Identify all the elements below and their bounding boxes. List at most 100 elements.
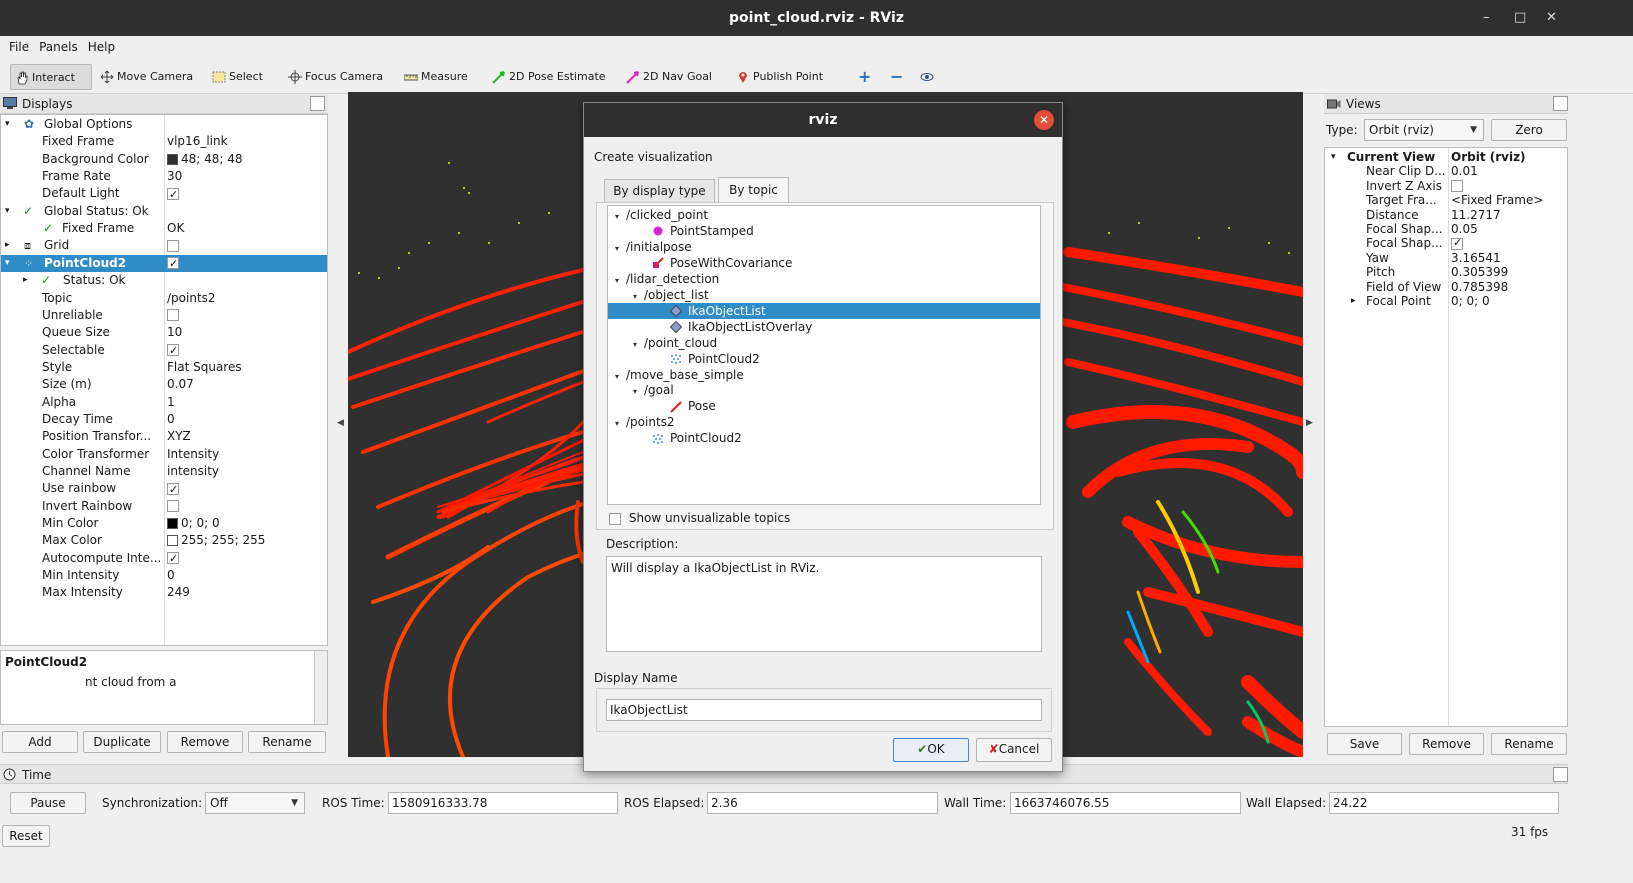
zero-button[interactable]: Zero	[1491, 119, 1567, 141]
display-row[interactable]: ▸ ✓ Status: Ok	[1, 272, 327, 290]
focus-camera-tool[interactable]: Focus Camera	[284, 64, 387, 90]
display-row[interactable]: Autocompute Inte...	[1, 550, 327, 568]
chevron-down-icon[interactable]: ▾	[5, 203, 10, 221]
view-type-select[interactable]: Orbit (rviz) ▼	[1364, 119, 1484, 141]
chevron-right-icon[interactable]: ▸	[1351, 294, 1356, 308]
display-row[interactable]: Selectable	[1, 342, 327, 360]
topic-tree-row[interactable]: PointCloud2	[608, 351, 1040, 367]
maximize-icon[interactable]: □	[1514, 0, 1526, 36]
view-property-checkbox[interactable]	[1451, 236, 1463, 250]
left-splitter-arrow-icon[interactable]: ◀	[337, 418, 344, 428]
topic-tree-row[interactable]: ▾/points2	[608, 414, 1040, 430]
display-row[interactable]: Max Color 255; 255; 255	[1, 532, 327, 550]
eye-icon[interactable]	[916, 64, 941, 90]
display-row[interactable]: ▾ ✓ Global Status: Ok	[1, 203, 327, 221]
view-property-row[interactable]: Distance 11.2717	[1325, 208, 1567, 222]
move-camera-tool[interactable]: Move Camera	[96, 64, 197, 90]
view-property-checkbox[interactable]	[1451, 180, 1463, 193]
add-tool-icon[interactable]: +	[854, 64, 875, 90]
select-tool[interactable]: Select	[208, 64, 267, 90]
add-display-button[interactable]: Add	[2, 731, 78, 753]
close-icon[interactable]: ✕	[1546, 0, 1557, 36]
remove-display-button[interactable]: Remove	[167, 731, 243, 753]
chevron-down-icon[interactable]: ▾	[1331, 150, 1336, 164]
display-row[interactable]: Style Flat Squares	[1, 359, 327, 377]
chevron-down-icon[interactable]: ▾	[5, 255, 10, 273]
ros-elapsed-field[interactable]: 2.36	[707, 792, 938, 814]
save-view-button[interactable]: Save	[1327, 733, 1402, 755]
views-float-button[interactable]	[1553, 96, 1568, 111]
display-row[interactable]: Color Transformer Intensity	[1, 446, 327, 464]
view-property-row[interactable]: Target Fra... <Fixed Frame>	[1325, 193, 1567, 207]
tab-by-topic[interactable]: By topic	[718, 177, 789, 203]
time-float-button[interactable]	[1553, 767, 1568, 782]
displays-float-button[interactable]	[310, 96, 325, 111]
display-row[interactable]: Min Color 0; 0; 0	[1, 515, 327, 533]
topic-tree-row[interactable]: ▾/move_base_simple	[608, 367, 1040, 383]
display-row[interactable]: ▸ ⧈ Grid	[1, 237, 327, 255]
display-row-checkbox[interactable]	[167, 309, 179, 322]
remove-tool-icon[interactable]: −	[886, 64, 907, 90]
display-row[interactable]: ▾ ⁘ PointCloud2	[1, 254, 327, 273]
show-unvisualizable-checkbox[interactable]	[609, 512, 621, 525]
display-row-checkbox[interactable]	[167, 500, 179, 513]
display-row[interactable]: Fixed Frame vlp16_link	[1, 133, 327, 151]
pose-estimate-tool[interactable]: 2D Pose Estimate	[488, 64, 610, 90]
topic-tree-row[interactable]: ▾/lidar_detection	[608, 271, 1040, 287]
topic-tree-row[interactable]: ▾/object_list	[608, 287, 1040, 303]
menu-panels[interactable]: Panels	[34, 36, 83, 58]
publish-point-tool[interactable]: Publish Point	[732, 64, 827, 90]
topic-tree-row[interactable]: Pose	[608, 398, 1040, 414]
remove-view-button[interactable]: Remove	[1409, 733, 1484, 755]
chevron-right-icon[interactable]: ▸	[23, 272, 28, 290]
topic-tree-row[interactable]: ▾/clicked_point	[608, 207, 1040, 223]
display-row-checkbox[interactable]	[167, 186, 179, 203]
duplicate-display-button[interactable]: Duplicate	[83, 731, 161, 753]
display-row[interactable]: Frame Rate 30	[1, 168, 327, 186]
wall-elapsed-field[interactable]: 24.22	[1329, 792, 1559, 814]
display-row[interactable]: Max Intensity 249	[1, 584, 327, 602]
pause-button[interactable]: Pause	[10, 792, 86, 814]
display-row[interactable]: Queue Size 10	[1, 324, 327, 342]
topic-tree-row[interactable]: IkaObjectListOverlay	[608, 319, 1040, 335]
measure-tool[interactable]: Measure	[400, 64, 472, 90]
right-splitter-arrow-icon[interactable]: ▶	[1306, 418, 1313, 428]
topic-tree-row[interactable]: IkaObjectList	[608, 302, 1040, 319]
display-row-checkbox[interactable]	[167, 550, 179, 568]
display-row[interactable]: Position Transfor... XYZ	[1, 428, 327, 446]
view-property-row[interactable]: Field of View 0.785398	[1325, 280, 1567, 294]
view-property-row[interactable]: Near Clip D... 0.01	[1325, 164, 1567, 178]
view-property-row[interactable]: Invert Z Axis	[1325, 179, 1567, 193]
display-row-checkbox[interactable]	[167, 342, 179, 360]
topic-tree-row[interactable]: PoseWithCovariance	[608, 255, 1040, 271]
sync-select[interactable]: Off ▼	[205, 792, 305, 814]
chevron-down-icon[interactable]: ▾	[5, 116, 10, 134]
show-unvisualizable-row[interactable]: Show unvisualizable topics	[609, 511, 790, 525]
display-row[interactable]: Invert Rainbow	[1, 498, 327, 516]
display-row[interactable]: ▾ ✿ Global Options	[1, 116, 327, 134]
interact-tool[interactable]: Interact	[10, 64, 92, 90]
dialog-close-icon[interactable]: ✕	[1034, 110, 1054, 130]
view-property-row[interactable]: Focal Shap...	[1325, 236, 1567, 250]
display-row[interactable]: Background Color 48; 48; 48	[1, 151, 327, 169]
topic-tree-row[interactable]: ▾/point_cloud	[608, 335, 1040, 351]
display-row[interactable]: Use rainbow	[1, 480, 327, 498]
color-swatch[interactable]	[167, 535, 178, 547]
display-row[interactable]: Default Light	[1, 185, 327, 203]
color-swatch[interactable]	[167, 518, 178, 530]
chevron-right-icon[interactable]: ▸	[5, 237, 10, 255]
display-name-input[interactable]: IkaObjectList	[606, 699, 1042, 721]
ros-time-field[interactable]: 1580916333.78	[388, 792, 618, 814]
display-row[interactable]: Channel Name intensity	[1, 463, 327, 481]
display-row[interactable]: Topic/points2	[1, 290, 327, 308]
display-row[interactable]: Unreliable	[1, 307, 327, 325]
display-row[interactable]: ✓ Fixed Frame OK	[1, 220, 327, 238]
view-property-row[interactable]: ▾ Current View Orbit (rviz)	[1325, 150, 1567, 164]
display-row-checkbox[interactable]	[167, 255, 179, 273]
wall-time-field[interactable]: 1663746076.55	[1010, 792, 1241, 814]
display-row[interactable]: Min Intensity 0	[1, 567, 327, 585]
display-row-checkbox[interactable]	[167, 239, 179, 252]
rename-view-button[interactable]: Rename	[1491, 733, 1567, 755]
display-row[interactable]: Size (m) 0.07	[1, 376, 327, 394]
menu-help[interactable]: Help	[83, 36, 120, 58]
